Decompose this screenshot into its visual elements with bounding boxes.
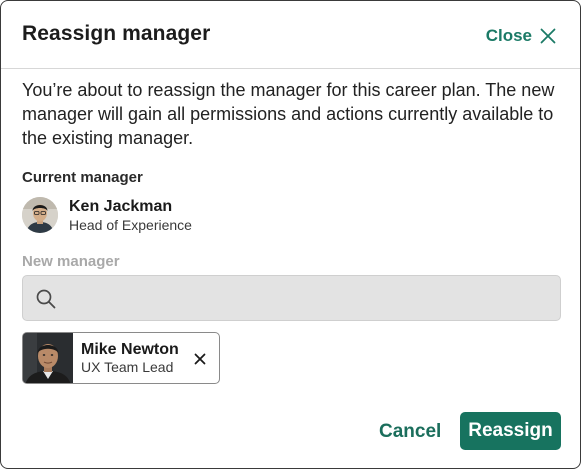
close-label: Close [485,26,532,45]
new-manager-search[interactable] [22,275,561,321]
close-button[interactable]: Close [486,23,556,49]
close-icon [540,28,556,44]
dialog-description: You’re about to reassign the manager for… [22,80,555,148]
selected-manager-chip: Mike Newton UX Team Lead [22,332,220,384]
reassign-button[interactable]: Reassign [460,412,561,450]
reassign-manager-dialog: Reassign manager Close You’re about to r… [0,0,581,469]
current-manager-label: Current manager [22,169,143,186]
current-manager-card: Ken Jackman Head of Experience [22,195,192,235]
current-manager-role: Head of Experience [69,216,192,233]
dialog-header: Reassign manager Close [1,1,580,69]
dialog-title: Reassign manager [22,22,211,45]
search-input[interactable] [67,276,550,320]
selected-manager-name: Mike Newton [81,341,179,358]
current-manager-avatar [22,197,58,233]
cancel-button[interactable]: Cancel [377,413,443,451]
current-manager-name: Ken Jackman [69,197,173,215]
selected-manager-role: UX Team Lead [81,359,174,375]
current-manager-info: Ken Jackman Head of Experience [69,197,192,234]
selected-manager-info: Mike Newton UX Team Lead [73,333,179,383]
search-icon [35,288,57,315]
remove-icon[interactable] [194,352,206,370]
new-manager-label: New manager [22,253,120,270]
selected-manager-avatar [23,333,73,383]
